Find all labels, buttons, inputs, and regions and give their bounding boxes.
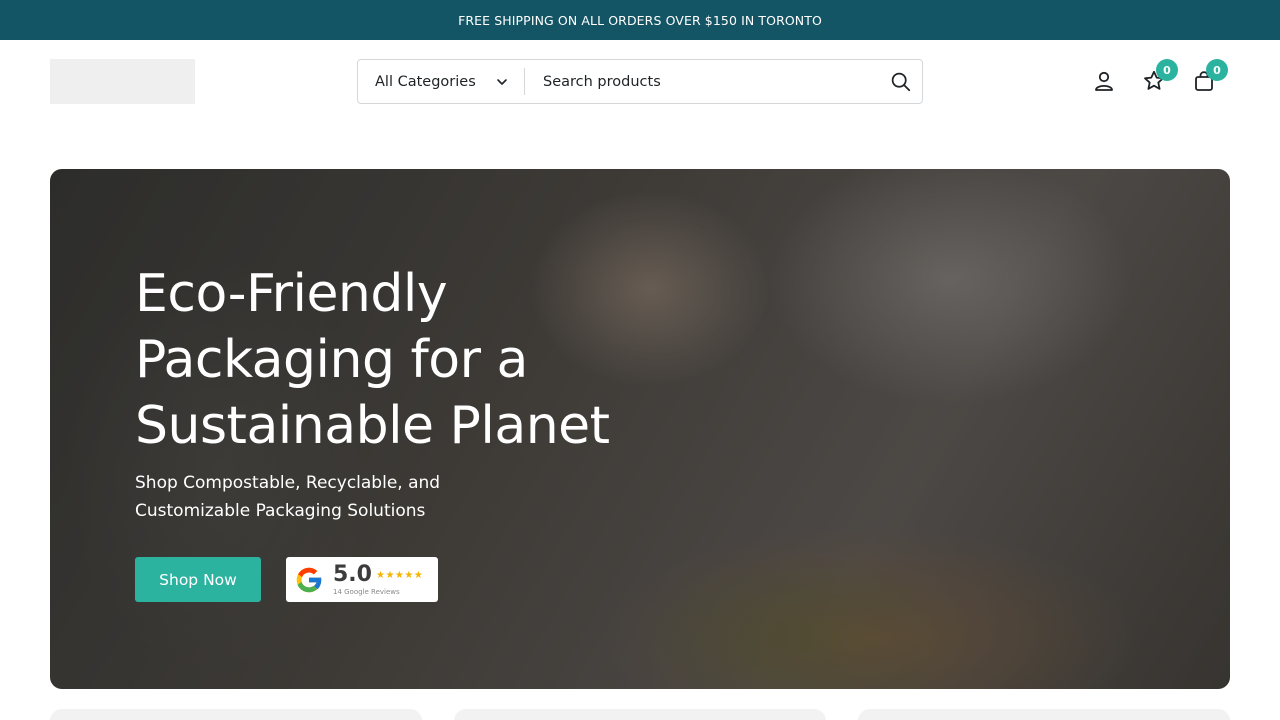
hero-subtitle: Shop Compostable, Recyclable, and Custom… — [135, 473, 441, 521]
rating-score: 5.0 — [333, 562, 372, 587]
shop-now-button[interactable]: Shop Now — [135, 557, 261, 602]
search-button[interactable] — [878, 60, 922, 103]
site-logo[interactable] — [50, 59, 195, 104]
chevron-down-icon — [497, 78, 507, 85]
category-card[interactable] — [858, 709, 1230, 720]
google-rating-badge[interactable]: 5.0 ★★★★★ 14 Google Reviews — [286, 557, 438, 602]
announcement-bar: FREE SHIPPING ON ALL ORDERS OVER $150 IN… — [0, 0, 1280, 40]
search-bar: All Categories — [357, 59, 923, 104]
rating-info: 5.0 ★★★★★ 14 Google Reviews — [333, 563, 423, 597]
search-input[interactable] — [525, 60, 878, 103]
category-card[interactable] — [50, 709, 422, 720]
google-icon — [296, 567, 323, 592]
rating-review-count: 14 Google Reviews — [333, 588, 400, 596]
hero-title: Eco-Friendly Packaging for a Sustainable… — [135, 264, 610, 456]
hero-banner: Eco-Friendly Packaging for a Sustainable… — [50, 169, 1230, 689]
category-select[interactable]: All Categories — [358, 60, 524, 103]
user-icon — [1095, 71, 1113, 91]
category-card[interactable] — [454, 709, 826, 720]
wishlist-count-badge: 0 — [1156, 59, 1178, 81]
wishlist-button[interactable]: 0 — [1142, 59, 1178, 93]
search-icon — [891, 72, 910, 92]
account-button[interactable] — [1092, 69, 1116, 93]
rating-stars: ★★★★★ — [375, 569, 424, 581]
rating-row: 5.0 ★★★★★ — [333, 563, 423, 587]
cart-count-badge: 0 — [1206, 59, 1228, 81]
category-select-label: All Categories — [375, 73, 476, 90]
cart-button[interactable]: 0 — [1192, 59, 1228, 93]
announcement-text: FREE SHIPPING ON ALL ORDERS OVER $150 IN… — [458, 12, 822, 28]
